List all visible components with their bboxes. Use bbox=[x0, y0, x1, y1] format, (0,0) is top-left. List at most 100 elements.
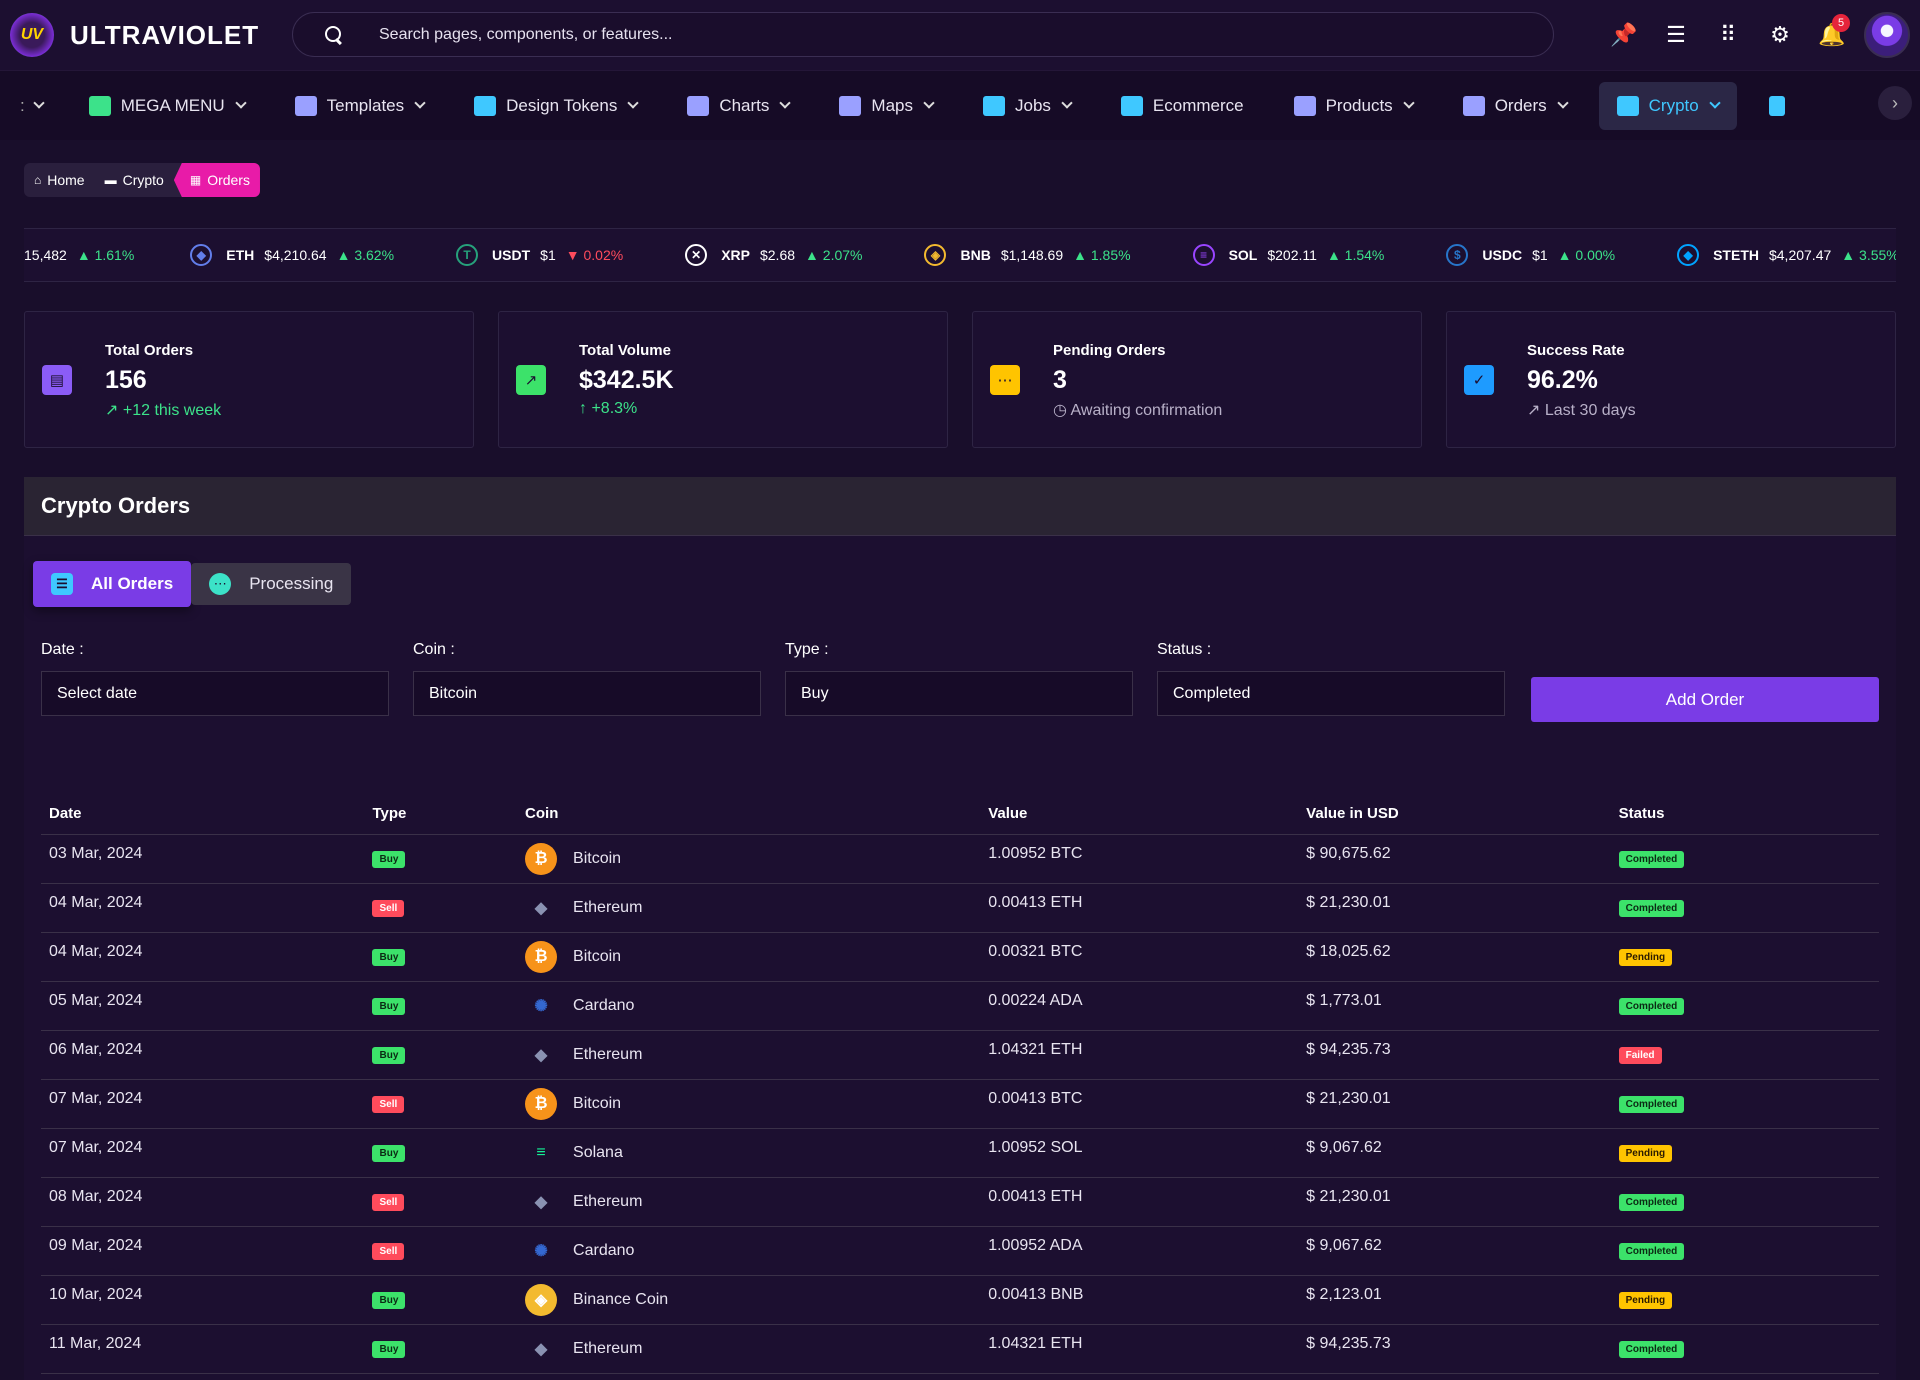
ticker-item[interactable]: ◆ STETH $4,207.47 ▲ 3.55% bbox=[1677, 244, 1896, 266]
ethereum-coin-icon: ◆ bbox=[534, 1193, 548, 1211]
bar-chart-icon bbox=[687, 95, 710, 116]
logo[interactable]: UV ULTRAVIOLET bbox=[10, 13, 259, 57]
bnb-coin-icon: ◈ bbox=[924, 244, 947, 266]
nav-item-jobs[interactable]: Jobs bbox=[965, 82, 1089, 130]
pending-icon: ⋯ bbox=[990, 365, 1020, 395]
table-row[interactable]: 06 Mar, 2024 Buy ◆ Ethereum 1.04321 ETH $ 94,… bbox=[41, 1030, 1879, 1080]
table-row[interactable]: 08 Mar, 2024 Sell ◆ Ethereum 0.00413 ETH $ 21… bbox=[41, 1177, 1879, 1227]
order-usd: $ 21,230.01 bbox=[1298, 1177, 1611, 1227]
nav-item-charts[interactable]: Charts bbox=[669, 82, 807, 130]
order-usd-text: $ 9,067.62 bbox=[1306, 1138, 1382, 1156]
ticker-item[interactable]: T USDT $1 ▼ 0.02% bbox=[456, 244, 623, 266]
table-row[interactable]: 11 Mar, 2024 Buy ◆ Ethereum 1.04321 ETH $ 94,… bbox=[41, 1324, 1879, 1374]
coin-name: Bitcoin bbox=[573, 1094, 622, 1112]
ticker-item[interactable]: ✕ XRP $2.68 ▲ 2.07% bbox=[685, 244, 862, 266]
ticker-item[interactable]: ◈ BNB $1,148.69 ▲ 1.85% bbox=[924, 244, 1131, 266]
nav-item-orders[interactable]: Orders bbox=[1445, 82, 1585, 130]
ticker-item[interactable]: 15,482 ▲ 1.61% bbox=[24, 247, 134, 263]
chevron-down-icon bbox=[414, 97, 426, 109]
search-input[interactable] bbox=[379, 25, 1479, 44]
nav-item-design-tokens[interactable]: Design Tokens bbox=[456, 82, 655, 130]
list-icon[interactable]: ☰ bbox=[1650, 12, 1702, 58]
wallet-icon bbox=[1616, 95, 1639, 116]
order-usd-text: $ 18,025.62 bbox=[1306, 942, 1391, 960]
table-row[interactable]: 04 Mar, 2024 Sell ◆ Ethereum 0.00413 ETH $ 21… bbox=[41, 883, 1879, 933]
order-value: 1.04321 ETH bbox=[980, 1030, 1299, 1080]
ticker-price: $1 bbox=[540, 247, 556, 263]
search-bar[interactable] bbox=[292, 12, 1554, 57]
table-row[interactable]: 09 Mar, 2024 Sell ✺ Cardano 1.00952 ADA $ 9,0… bbox=[41, 1226, 1879, 1276]
apps-grid-icon[interactable]: ⠿ bbox=[1702, 12, 1754, 58]
column-header[interactable]: Type bbox=[364, 794, 518, 835]
type-select[interactable]: Buy bbox=[785, 671, 1133, 716]
ticker-change: ▲ 3.55% bbox=[1841, 247, 1896, 263]
nav-item-more[interactable] bbox=[1751, 82, 1813, 130]
coin-select[interactable]: Bitcoin bbox=[413, 671, 761, 716]
table-row[interactable]: 07 Mar, 2024 Sell ₿ Bitcoin 0.00413 BTC $ 21,… bbox=[41, 1079, 1879, 1129]
stats-cards: ▤ Total Orders 156 ↗ +12 this week ↗ Total Vo… bbox=[24, 311, 1896, 448]
order-type: Buy bbox=[364, 1324, 518, 1374]
ethereum-coin-icon: ◆ bbox=[534, 899, 548, 917]
tab-processing[interactable]: ⋯ Processing bbox=[191, 563, 352, 605]
order-tabs: ☰ All Orders ⋯ Processing bbox=[33, 561, 352, 607]
gear-icon[interactable]: ⚙ bbox=[1754, 12, 1806, 58]
bell-icon[interactable]: 🔔 5 bbox=[1806, 12, 1858, 58]
nav-item-mega-menu[interactable]: MEGA MENU bbox=[71, 82, 263, 130]
top-actions: 📌 ☰ ⠿ ⚙ 🔔 5 bbox=[1598, 12, 1910, 58]
column-header[interactable]: Value in USD bbox=[1298, 794, 1611, 835]
status-select[interactable]: Completed bbox=[1157, 671, 1505, 716]
ticker-item[interactable]: ◆ ETH $4,210.64 ▲ 3.62% bbox=[190, 244, 394, 266]
nav-item-maps[interactable]: Maps bbox=[821, 82, 951, 130]
type-label: Type : bbox=[785, 641, 829, 658]
pin-icon[interactable]: 📌 bbox=[1598, 12, 1650, 58]
column-header[interactable]: Coin bbox=[517, 794, 981, 835]
column-header[interactable]: Status bbox=[1610, 794, 1879, 835]
column-header[interactable]: Value bbox=[980, 794, 1299, 835]
ticker-symbol: USDT bbox=[492, 247, 531, 263]
nav-item-templates[interactable]: Templates bbox=[277, 82, 442, 130]
nav-item-prev-chevron[interactable]: : bbox=[0, 82, 57, 130]
order-status: Completed bbox=[1610, 834, 1879, 884]
order-date: 05 Mar, 2024 bbox=[41, 981, 365, 1031]
nav-item-label: Jobs bbox=[1014, 95, 1051, 115]
coin-name: Bitcoin bbox=[573, 947, 622, 965]
nav-item-crypto[interactable]: Crypto bbox=[1598, 81, 1737, 130]
ticker-symbol: XRP bbox=[721, 247, 750, 263]
tab-all-orders[interactable]: ☰ All Orders bbox=[33, 561, 192, 607]
order-value: 0.00321 BTC bbox=[980, 932, 1299, 982]
nav-item-products[interactable]: Products bbox=[1276, 82, 1431, 130]
breadcrumb-crypto[interactable]: ▬ Crypto bbox=[95, 163, 174, 197]
order-value-text: 1.00952 SOL bbox=[988, 1138, 1083, 1156]
nav-item-ecommerce[interactable]: Ecommerce bbox=[1103, 82, 1262, 130]
order-date-text: 07 Mar, 2024 bbox=[49, 1089, 143, 1107]
stat-value: 96.2% bbox=[1527, 366, 1598, 394]
table-row[interactable]: 03 Mar, 2024 Buy ₿ Bitcoin 1.00952 BTC $ 90,6… bbox=[41, 834, 1879, 884]
order-status: Completed bbox=[1610, 981, 1879, 1031]
order-type: Buy bbox=[364, 932, 518, 982]
type-badge: Buy bbox=[372, 998, 406, 1015]
nav-scroll-right-icon[interactable]: › bbox=[1878, 86, 1912, 120]
breadcrumb-home[interactable]: ⌂ Home bbox=[24, 163, 95, 197]
table-row[interactable]: 07 Mar, 2024 Buy ≡ Solana 1.00952 SOL $ 9,067… bbox=[41, 1128, 1879, 1178]
coin-name: Ethereum bbox=[573, 1045, 643, 1063]
order-coin: ≡ Solana bbox=[517, 1128, 981, 1178]
table-row[interactable]: 05 Mar, 2024 Buy ✺ Cardano 0.00224 ADA $ 1,77… bbox=[41, 981, 1879, 1031]
bitcoin-coin-icon: ₿ bbox=[525, 940, 558, 973]
order-usd: $ 90,675.62 bbox=[1298, 834, 1611, 884]
ticker-item[interactable]: $ USDC $1 ▲ 0.00% bbox=[1446, 244, 1615, 266]
order-usd-text: $ 90,675.62 bbox=[1306, 844, 1391, 862]
cardano-coin-icon: ✺ bbox=[534, 1242, 548, 1260]
order-status: Completed bbox=[1610, 1324, 1879, 1374]
ticker-item[interactable]: ≡ SOL $202.11 ▲ 1.54% bbox=[1192, 244, 1384, 266]
table-row[interactable]: 10 Mar, 2024 Buy ◈ Binance Coin 0.00413 BNB $… bbox=[41, 1275, 1879, 1325]
date-field[interactable]: Select date bbox=[41, 671, 389, 716]
order-type: Sell bbox=[364, 1226, 518, 1276]
order-date: 03 Mar, 2024 bbox=[41, 834, 365, 884]
add-order-button[interactable]: Add Order bbox=[1531, 677, 1879, 722]
table-row[interactable]: 04 Mar, 2024 Buy ₿ Bitcoin 0.00321 BTC $ 18,0… bbox=[41, 932, 1879, 982]
status-badge: Completed bbox=[1618, 1341, 1685, 1358]
order-type: Buy bbox=[364, 1128, 518, 1178]
column-header[interactable]: Date bbox=[41, 794, 365, 835]
stat-subtext: ↑ +8.3% bbox=[579, 400, 638, 417]
avatar[interactable] bbox=[1864, 12, 1910, 58]
